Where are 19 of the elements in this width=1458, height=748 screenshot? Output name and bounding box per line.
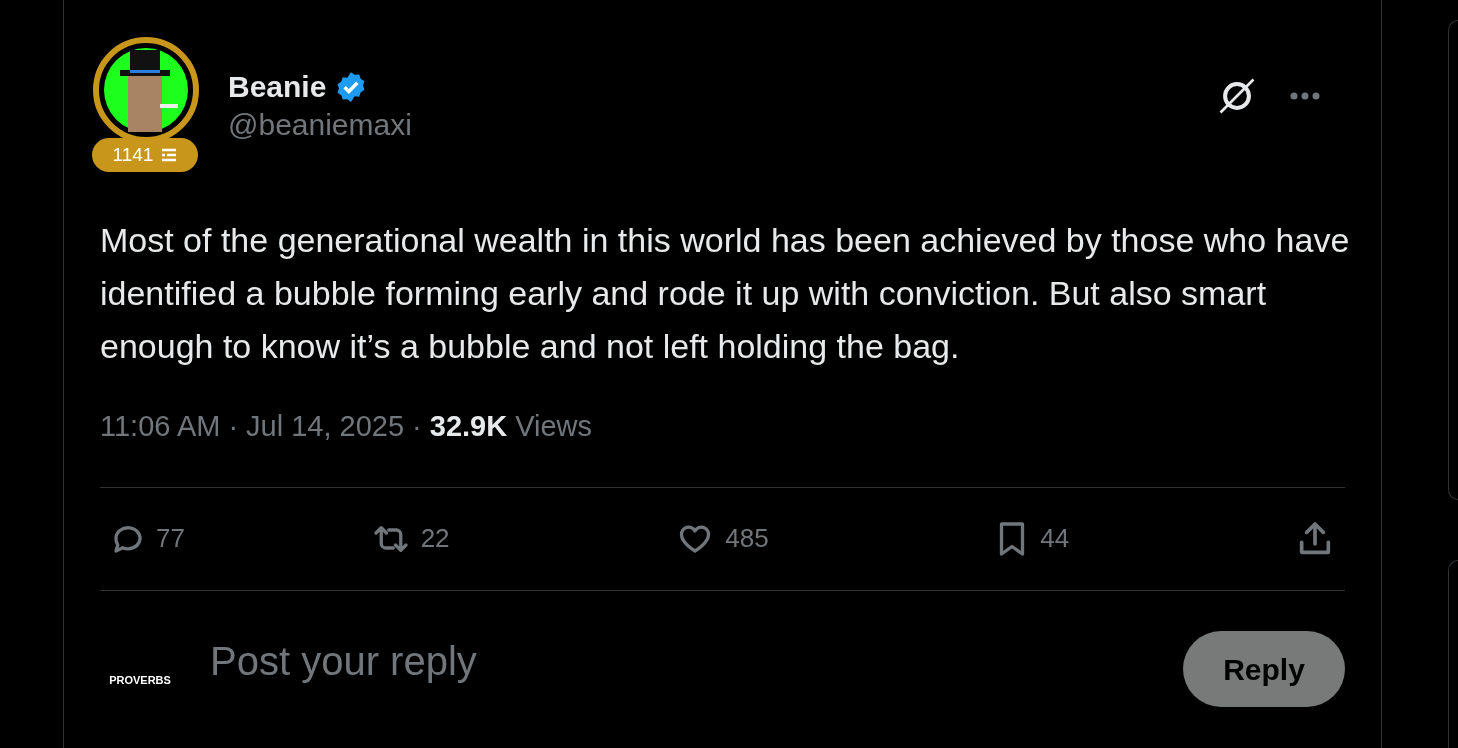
views-label: Views [515,409,592,444]
post-text: Most of the generational wealth in this world has been achieved by those who have identified a bubble forming early and rode it up with conviction. But also smart enough to know it’s a bubble and not left holding the bag. [100,220,1350,367]
action-button[interactable]: 44 [994,518,1070,559]
more-icon[interactable] [1289,91,1321,101]
post-date[interactable]: Jul 14, 2025 [246,405,405,449]
action-button[interactable]: 485 [675,519,769,558]
bars-icon [161,147,178,163]
author-name[interactable]: Beanie [228,68,327,106]
author-handle[interactable]: @beaniemaxi [228,106,412,144]
badge: 1141 [92,138,198,172]
reply-button[interactable]: Reply [1183,630,1345,707]
reply-field[interactable]: Post your reply [210,636,1183,685]
reply-avatar: PROVERBS [108,673,172,688]
separator: · [412,409,422,444]
action-button[interactable]: 22 [370,519,450,558]
post-time[interactable]: 11:06 AM [100,405,221,449]
views-count: 32.9K [429,409,508,444]
action-button[interactable]: 77 [110,519,185,558]
separator: · [228,409,239,444]
